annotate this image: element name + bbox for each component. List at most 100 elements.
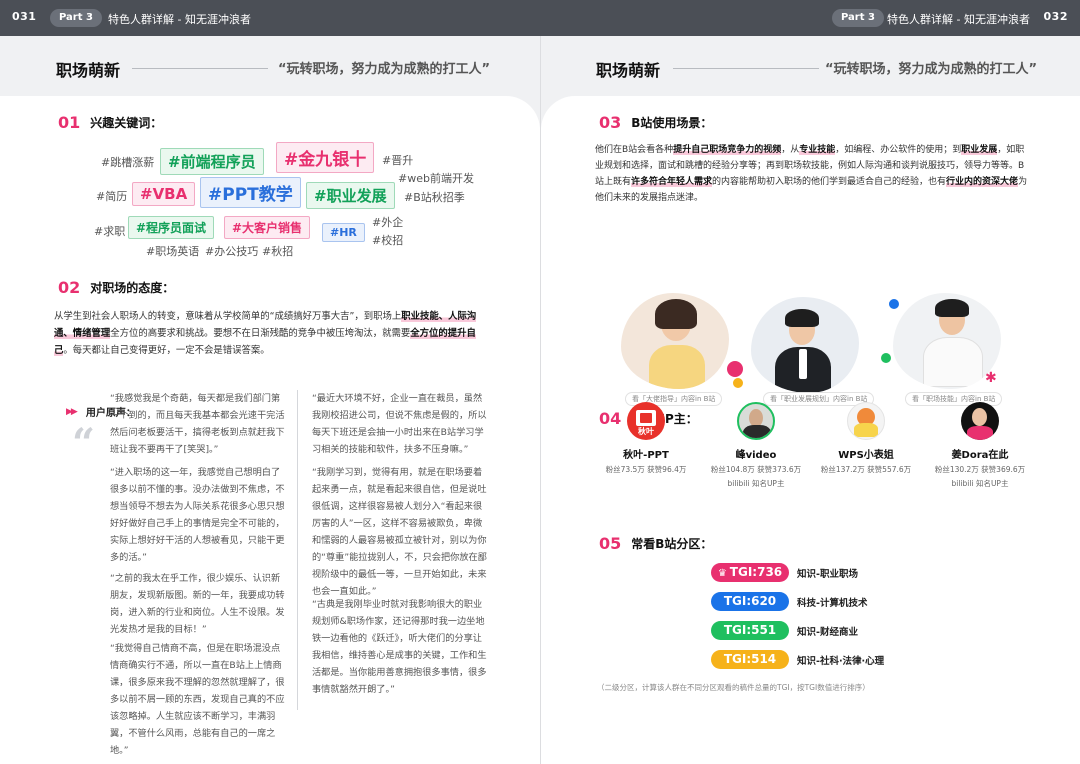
user-quote: “进入职场的这一年，我感觉自己想明白了很多以前不懂的事。没办法做到不焦虑，不想当… <box>110 467 285 563</box>
keyword-tag: #外企 <box>372 216 404 229</box>
keyword-tag: #金九银十 <box>276 142 375 173</box>
highlight: 提升自己职场竞争力的视频 <box>673 145 782 155</box>
top-bar: 031 Part 3 特色人群详解 - 知无涯冲浪者 Part 3 特色人群详解… <box>0 0 1080 36</box>
title-divider <box>673 68 819 69</box>
up-host-card[interactable]: 姜Dora在此 粉丝130.2万 获赞369.6万 bilibili 知名UP主 <box>925 402 1035 489</box>
text-run: ，如编程、办公软件的使用；到 <box>835 145 962 155</box>
tgi-pill: ♛ TGI:736 <box>711 563 789 582</box>
text-run: 他们在B站会看各种 <box>595 145 674 155</box>
keyword-tag: #大客户销售 <box>224 216 311 239</box>
text-run: 的内容能帮助初入职场的他们学到最适合自己的经验，也有 <box>712 177 947 187</box>
user-quote: “古典是我刚毕业时就对我影响很大的职业规划师&职场作家，还记得那时我一边坐地铁一… <box>312 599 487 695</box>
keyword-tag: #VBA <box>132 182 196 206</box>
page-title: 职场萌新 <box>596 61 661 80</box>
left-page: 职场萌新 “玩转职场，努力成为成熟的打工人” 01 兴趣关键词： #跳槽涨薪 #… <box>0 36 540 764</box>
left-page-number: 031 <box>12 10 37 23</box>
column-divider <box>297 390 298 710</box>
user-quote: “之前的我太在乎工作，很少娱乐、认识新朋友，发现新版图。新的一年，我要成功转岗，… <box>110 573 285 635</box>
quote-mark-icon: “ <box>72 420 96 467</box>
tgi-label: 知识-职业职场 <box>797 568 858 580</box>
keyword-tag: #web前端开发 <box>398 172 474 185</box>
up-host-stats: 粉丝130.2万 获赞369.6万 <box>934 465 1026 474</box>
tgi-value: TGI:514 <box>723 652 777 666</box>
text-run: 从学生到社会人职场人的转变，意味着从学校简单的“成绩搞好万事大吉”，到职场上 <box>54 311 402 322</box>
highlight: 情绪管理 <box>72 328 111 339</box>
page-title: 职场萌新 <box>56 61 121 80</box>
double-arrow-icon: ▶▶ <box>66 406 78 417</box>
tgi-pill: TGI:620 <box>711 592 789 611</box>
user-quote: “我觉得自己情商不高，但是在职场混没点情商确实行不通，所以一直在B站上上情商课，… <box>110 643 285 756</box>
text-run: ，从 <box>781 145 800 155</box>
footnote: （二级分区，计算该人群在不同分区观看的稿件总量的TGI，按TGI数值进行排序） <box>597 683 870 692</box>
tgi-pill: TGI:514 <box>711 650 789 669</box>
tgi-row: ♛ TGI:736 知识-职业职场 <box>711 563 858 582</box>
section-label: 兴趣关键词： <box>90 116 163 130</box>
right-page: 职场萌新 “玩转职场，努力成为成熟的打工人” 03 B站使用场景： 他们在B站会… <box>540 36 1080 764</box>
highlight: 行业内的资深大佬 <box>946 177 1019 187</box>
page-slogan: “玩转职场，努力成为成熟的打工人” <box>825 62 1038 77</box>
section-label: 常看B站分区： <box>631 537 713 551</box>
photo-man-office <box>751 297 859 393</box>
part-title-left: 特色人群详解 - 知无涯冲浪者 <box>108 13 251 26</box>
tgi-row: TGI:514 知识-社科·法律·心理 <box>711 650 884 669</box>
keyword-tag: #PPT教学 <box>200 177 301 208</box>
avatar <box>737 402 775 440</box>
section-03-header: 03 B站使用场景： <box>599 113 712 132</box>
section-number: 03 <box>599 113 622 132</box>
decor-dot <box>727 361 743 377</box>
keyword-tag: #晋升 <box>382 154 414 167</box>
keyword-tag: #B站秋招季 <box>404 191 465 204</box>
decor-dot <box>733 378 743 388</box>
text-run: 全方位的高要求和挑战。要想不在日渐残酷的竞争中被压垮淘汰，就需要 <box>110 328 411 339</box>
tgi-label: 科技-计算机技术 <box>797 597 868 609</box>
decor-dot <box>889 299 899 309</box>
section-number: 02 <box>58 278 81 297</box>
up-host-badge: bilibili 知名UP主 <box>951 479 1009 488</box>
up-host-name: 姜Dora在此 <box>951 450 1009 461</box>
up-host-name: 峰video <box>735 450 777 461</box>
tgi-pill: TGI:551 <box>711 621 789 640</box>
part-title-right: 特色人群详解 - 知无涯冲浪者 <box>887 13 1030 26</box>
section-05-header: 05 常看B站分区： <box>599 534 712 553</box>
crown-icon: ♛ <box>717 568 727 579</box>
keyword-tag: #秋招 <box>262 245 294 258</box>
section-01-header: 01 兴趣关键词： <box>58 113 162 132</box>
keyword-tag: #跳槽涨薪 <box>101 156 155 169</box>
up-host-card[interactable]: 秋叶 秋叶-PPT 粉丝73.5万 获赞96.4万 <box>591 402 701 475</box>
up-host-card[interactable]: 峰video 粉丝104.8万 获赞373.6万 bilibili 知名UP主 <box>701 402 811 489</box>
title-divider <box>132 68 268 69</box>
keyword-tag: #简历 <box>96 190 128 203</box>
keyword-tag: #职场英语 <box>146 245 200 258</box>
avatar-logo-text: 秋叶 <box>638 427 654 436</box>
tgi-value: TGI:620 <box>723 594 777 608</box>
part-badge-left: Part 3 <box>50 9 102 27</box>
user-quote: “最近大环境不好，企业一直在裁员，虽然我刚校招进公司，但说不焦虑是假的，所以每天… <box>312 393 487 455</box>
highlight: 专业技能 <box>799 145 836 155</box>
keyword-tag: #前端程序员 <box>160 148 264 175</box>
tgi-label: 知识-财经商业 <box>797 626 858 638</box>
up-host-stats: 粉丝73.5万 获赞96.4万 <box>605 465 687 474</box>
avatar: 秋叶 <box>627 402 665 440</box>
scene-photos: ✱ <box>621 293 1001 393</box>
up-host-name: 秋叶-PPT <box>623 450 669 461</box>
highlight: 许多符合年轻人需求 <box>631 177 713 187</box>
section-number: 05 <box>599 534 622 553</box>
right-page-number: 032 <box>1043 10 1068 23</box>
text-run: 。每天都让自己变得更好，一定不会是错误答案。 <box>63 345 270 356</box>
part-badge-right: Part 3 <box>832 9 884 27</box>
tgi-label: 知识-社科·法律·心理 <box>797 655 885 667</box>
keyword-tag: #办公技巧 <box>205 245 259 258</box>
attitude-paragraph: 从学生到社会人职场人的转变，意味着从学校简单的“成绩搞好万事大吉”，到职场上职业… <box>54 308 488 359</box>
decor-dot <box>881 353 891 363</box>
tgi-row: TGI:620 科技-计算机技术 <box>711 592 867 611</box>
photo-woman-laptop <box>621 293 729 389</box>
avatar <box>847 402 885 440</box>
page-slogan: “玩转职场，努力成为成熟的打工人” <box>278 62 491 77</box>
keyword-tag: #HR <box>322 223 365 242</box>
tgi-value: TGI:736 <box>729 565 783 579</box>
tgi-value: TGI:551 <box>723 623 777 637</box>
highlight: 职业发展 <box>961 145 998 155</box>
tgi-row: TGI:551 知识-财经商业 <box>711 621 858 640</box>
up-host-card[interactable]: WPS小表姐 粉丝137.2万 获赞557.6万 <box>811 402 921 475</box>
user-quote: “我刚学习到，觉得有用，就是在职场要着起来勇一点，就是看起来很自信，但是说吐很低… <box>312 467 487 597</box>
